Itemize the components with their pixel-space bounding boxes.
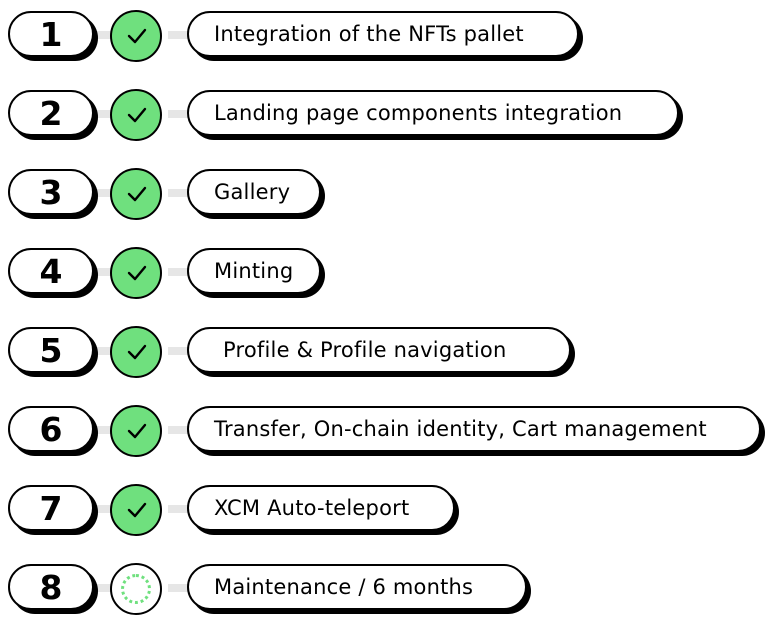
milestone-label: Landing page components integration xyxy=(214,101,623,125)
milestone-label: Integration of the NFTs pallet xyxy=(214,22,524,46)
milestone-number: 3 xyxy=(39,172,63,212)
milestone-label: XCM Auto-teleport xyxy=(214,496,410,520)
milestone-label: Maintenance / 6 months xyxy=(214,575,474,599)
milestone-row: 1 Integration of the NFTs pallet xyxy=(0,10,766,67)
check-icon xyxy=(110,89,162,141)
check-icon xyxy=(110,326,162,378)
milestone-label: Minting xyxy=(214,259,294,283)
milestone-label-pill: Landing page components integration xyxy=(187,90,679,136)
check-icon xyxy=(110,168,162,220)
milestone-row: 4 Minting xyxy=(0,247,766,304)
milestone-label-pill: Profile & Profile navigation xyxy=(187,327,571,373)
milestone-number-badge: 4 xyxy=(8,248,94,294)
check-icon xyxy=(110,405,162,457)
milestone-row: 8 Maintenance / 6 months xyxy=(0,563,766,620)
pending-icon xyxy=(110,563,162,615)
check-icon xyxy=(110,484,162,536)
milestone-number-badge: 1 xyxy=(8,11,94,57)
milestone-row: 2 Landing page components integration xyxy=(0,89,766,146)
milestone-number-badge: 5 xyxy=(8,327,94,373)
milestone-number-badge: 2 xyxy=(8,90,94,136)
milestone-number-badge: 6 xyxy=(8,406,94,452)
milestone-label: Transfer, On-chain identity, Cart manage… xyxy=(214,417,707,441)
milestone-number: 4 xyxy=(39,251,63,291)
milestone-number-badge: 7 xyxy=(8,485,94,531)
milestone-label-pill: Maintenance / 6 months xyxy=(187,564,527,610)
milestone-label: Profile & Profile navigation xyxy=(223,338,507,362)
milestone-number: 1 xyxy=(39,14,63,54)
check-icon xyxy=(110,247,162,299)
milestone-number-badge: 3 xyxy=(8,169,94,215)
milestone-list: 1 Integration of the NFTs pallet 2 Landing … xyxy=(0,0,766,618)
milestone-row: 7 XCM Auto-teleport xyxy=(0,484,766,541)
check-icon xyxy=(110,10,162,62)
milestone-label-pill: Integration of the NFTs pallet xyxy=(187,11,579,57)
milestone-number: 5 xyxy=(39,330,63,370)
milestone-label-pill: XCM Auto-teleport xyxy=(187,485,455,531)
milestone-number: 7 xyxy=(39,488,63,528)
milestone-label-pill: Minting xyxy=(187,248,321,294)
milestone-label-pill: Transfer, On-chain identity, Cart manage… xyxy=(187,406,761,452)
milestone-number: 2 xyxy=(39,93,63,133)
milestone-label-pill: Gallery xyxy=(187,169,321,215)
milestone-number-badge: 8 xyxy=(8,564,94,610)
milestone-row: 3 Gallery xyxy=(0,168,766,225)
milestone-number: 8 xyxy=(39,567,63,607)
milestone-number: 6 xyxy=(39,409,63,449)
milestone-label: Gallery xyxy=(214,180,291,204)
milestone-row: 6 Transfer, On-chain identity, Cart manag… xyxy=(0,405,766,462)
milestone-row: 5 Profile & Profile navigation xyxy=(0,326,766,383)
